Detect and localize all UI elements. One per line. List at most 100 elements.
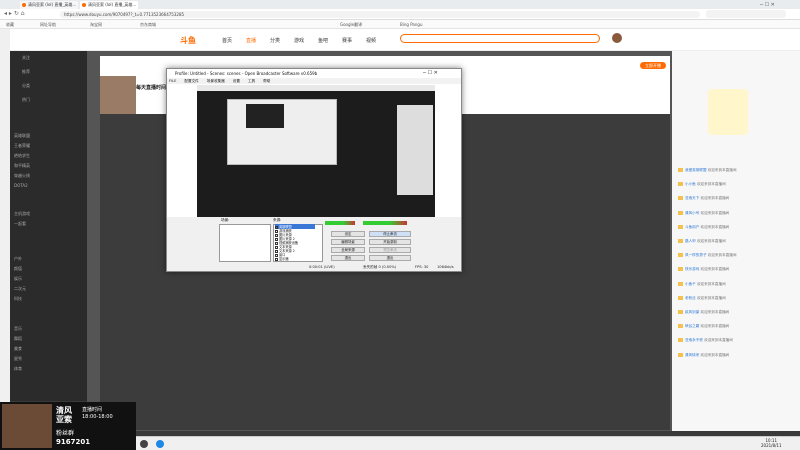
bookmark-item[interactable]: 淘宝网 [90,21,102,28]
menu-item[interactable]: DOTA2 [14,183,28,188]
chat-username[interactable]: 小鱼干 [685,282,696,286]
nav-item[interactable]: 游戏 [294,37,304,44]
source-item[interactable]: 显示器 [275,256,289,261]
chat-message: 亚索永不死 欢迎来到本直播间 [678,338,733,343]
nav-item[interactable]: 鱼吧 [318,37,328,44]
menu-item[interactable]: 美食 [14,346,22,352]
edit-scene-button[interactable]: 编辑场景 [331,239,365,245]
obs-menu-item[interactable]: 帮助 [263,79,270,83]
nav-item[interactable]: 分类 [270,37,280,44]
streamer-avatar[interactable] [100,76,136,114]
global-sources-button[interactable]: 全局来源 [331,247,365,253]
nav-item[interactable]: 首页 [222,37,232,44]
volume-meter[interactable] [325,221,355,225]
chat-text: 欢迎来到本直播间 [700,352,730,357]
bookmark-item[interactable]: 网址导航 [40,21,56,28]
nav-item[interactable]: 赛事 [342,37,352,44]
obs-menu-item[interactable]: FILE [169,79,176,83]
menu-item[interactable]: 一起看 [14,221,26,227]
settings-button[interactable]: 设定 [331,231,365,237]
dropped-frames: 丢失的帧 0 (0.00%) [363,265,397,269]
chat-username[interactable]: 亚索永不死 [685,338,703,342]
browser-icon[interactable] [156,440,164,448]
plugins-button[interactable]: 退出 [331,255,365,261]
menu-item[interactable]: 英雄联盟 [14,133,30,139]
site-search-input[interactable] [400,34,600,43]
search-input[interactable] [706,10,786,18]
chat-username[interactable]: 斗鱼用户 [685,225,699,229]
obs-menu-item[interactable]: 设置 [233,79,240,83]
menu-item[interactable]: 户外 [14,256,22,262]
stop-stream-button[interactable]: 停止串流 [369,231,411,237]
obs-menu-item[interactable]: 工具 [248,79,255,83]
chat-message: 疾风剑豪 欢迎来到本直播间 [678,310,729,315]
preview-stream-button[interactable]: 预览串流 [369,247,411,253]
go-live-button[interactable]: 立即开播 [640,62,666,69]
exit-button[interactable]: 退出 [369,255,411,261]
menu-item[interactable]: 和平精英 [14,163,30,169]
chat-username[interactable]: 老粉丝 [685,296,696,300]
obs-menu-item[interactable]: 配置文件 [184,79,198,83]
chat-username[interactable]: 亚索天下 [685,196,699,200]
chat-username[interactable]: 峡谷之巅 [685,324,699,328]
menu-item[interactable]: 体育 [14,366,22,372]
nav-buttons[interactable]: ◂ ▸ ↻ ⌂ [4,10,25,17]
chat-username[interactable]: 小小鱼 [685,182,696,186]
menu-item[interactable]: 穿越火线 [14,173,30,179]
chat-username[interactable]: 路人甲 [685,239,696,243]
menu-item[interactable]: 热门 [22,97,30,103]
menu-item[interactable]: 星秀 [14,356,22,362]
window-controls[interactable]: ─ ☐ ✕ [760,2,775,8]
bookmark-item[interactable]: 收藏 [6,21,14,28]
overlay-fans-label: 粉丝群 [56,430,75,437]
bookmark-item[interactable]: Bing Pangu [400,21,423,28]
menu-item[interactable]: 王者荣耀 [14,143,30,149]
bookmark-item[interactable]: 京东商城 [140,21,156,28]
fan-badge-icon [678,310,683,314]
obs-title: Profile: Untitled - Scenes: scenes - Ope… [167,69,461,78]
menu-item[interactable]: 二次元 [14,286,26,292]
mic-volume-meter[interactable] [363,221,407,225]
chat-username[interactable]: 我爱英雄联盟 [685,168,707,172]
menu-item[interactable]: 关注 [22,55,30,61]
obs-preview[interactable] [197,85,435,217]
obs-window-controls[interactable]: ─ ☐ ✕ [423,70,438,76]
browser-tab[interactable]: 清风亚索 (lol) 直播_英雄... [20,1,78,9]
nav-item[interactable]: 直播 [246,37,256,44]
chat-text: 欢迎来到本直播间 [707,168,737,172]
bitrate-readout: 1064kb/s [437,265,454,269]
douyu-icon [82,3,86,7]
site-logo[interactable]: 斗鱼 [180,35,196,46]
menu-item[interactable]: 娱乐 [14,276,22,282]
menu-item[interactable]: 科技 [14,296,22,302]
menu-item[interactable]: 主机游戏 [14,211,30,217]
avatar[interactable] [612,33,622,43]
chat-username[interactable]: 快乐游戏 [685,267,699,271]
start-recording-button[interactable]: 开始录制 [369,239,411,245]
obs-menu-item[interactable]: 场景收集器 [207,79,225,83]
menu-item[interactable]: 音乐 [14,326,22,332]
overlay-qq-number: 9167201 [56,438,91,446]
app-icon[interactable] [140,440,148,448]
menu-item[interactable]: 分类 [22,83,30,89]
menu-item[interactable]: 推荐 [22,69,30,75]
chat-username[interactable]: 清风徐来 [685,353,699,357]
url-field[interactable]: https://www.douyu.com/9070497?_t=0.77135… [60,11,700,18]
menu-item[interactable]: 绝地求生 [14,153,30,159]
chat-username[interactable]: 清风小号 [685,211,699,215]
clock-date: 2021/8/11 [761,443,782,448]
scene-list[interactable] [219,224,271,262]
browser-sidebar [0,29,10,429]
nav-item[interactable]: 视频 [366,37,376,44]
system-clock[interactable]: 10:11 2021/8/11 [761,438,782,448]
menu-item[interactable]: 舞蹈 [14,336,22,342]
chat-text: 欢迎来到本直播间 [700,310,730,314]
menu-item[interactable]: 颜值 [14,266,22,272]
browser-tab[interactable]: 清风亚索 (lol) 直播_英雄... [80,1,138,9]
chat-username[interactable]: 疾风剑豪 [685,310,699,314]
chat-text: 欢迎来到本直播间 [696,295,726,300]
chat-username[interactable]: 风一样的男子 [685,253,707,257]
bookmark-item[interactable]: Google翻译 [340,21,362,28]
chat-message: 清风徐来 欢迎来到本直播间 [678,352,730,358]
fan-badge-icon [678,338,683,343]
